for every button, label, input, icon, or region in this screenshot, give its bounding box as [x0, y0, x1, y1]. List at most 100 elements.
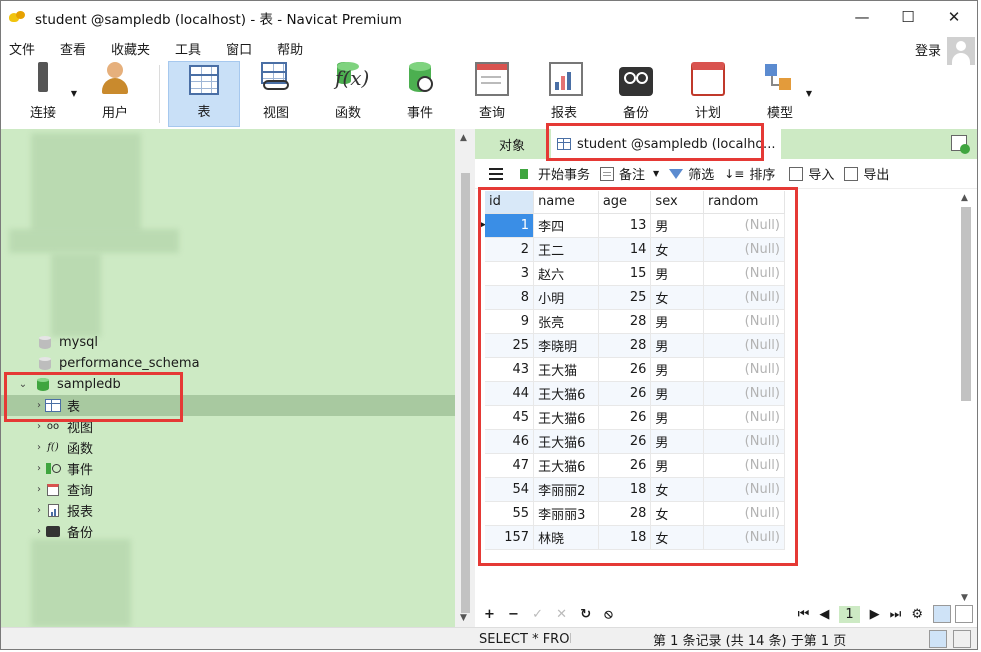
table-row[interactable]: 55 李丽丽3 28 女 (Null)	[485, 501, 785, 526]
cell-sex[interactable]: 女	[650, 477, 705, 502]
tree-db-mysql[interactable]: mysql	[1, 332, 455, 353]
apply-changes-button[interactable]: ✓	[532, 607, 543, 622]
cell-age[interactable]: 13	[598, 213, 652, 238]
form-view-icon[interactable]	[955, 605, 973, 623]
column-header-random[interactable]: random	[703, 191, 785, 214]
table-row[interactable]: 1 李四 13 男 (Null)	[485, 213, 785, 238]
menu-tools[interactable]: 工具	[167, 39, 210, 58]
grid-view-icon[interactable]	[933, 605, 951, 623]
menu-window[interactable]: 窗口	[218, 39, 261, 58]
cell-name[interactable]: 王大猫6	[533, 453, 599, 478]
tree-item-events[interactable]: › 事件	[1, 458, 455, 479]
report-button[interactable]: 报表	[528, 61, 600, 127]
cell-name[interactable]: 王大猫	[533, 357, 599, 382]
info-pane-icon[interactable]	[953, 630, 971, 648]
backup-button[interactable]: 备份	[600, 61, 672, 127]
cell-id[interactable]: 43	[485, 357, 535, 382]
tree-db-performance-schema[interactable]: performance_schema	[1, 353, 455, 374]
cell-id[interactable]: 8	[485, 285, 535, 310]
table-row[interactable]: 47 王大猫6 26 男 (Null)	[485, 453, 785, 478]
cell-age[interactable]: 26	[598, 381, 652, 406]
new-object-icon[interactable]	[951, 135, 970, 154]
cell-sex[interactable]: 男	[650, 429, 705, 454]
delete-record-button[interactable]: −	[508, 607, 519, 622]
table-button[interactable]: 表	[168, 61, 240, 127]
chevron-right-icon[interactable]: ›	[33, 505, 45, 516]
cell-sex[interactable]: 男	[650, 357, 705, 382]
cell-age[interactable]: 26	[598, 453, 652, 478]
cell-sex[interactable]: 女	[650, 285, 705, 310]
table-row[interactable]: 54 李丽丽2 18 女 (Null)	[485, 477, 785, 502]
nav-scroll-thumb[interactable]	[461, 173, 470, 613]
scroll-up-icon[interactable]: ▲	[460, 133, 467, 143]
cell-name[interactable]: 王二	[533, 237, 599, 262]
nav-scrollbar[interactable]: ▲ ▼	[455, 129, 475, 627]
minimize-button[interactable]: —	[839, 1, 885, 33]
cell-random[interactable]: (Null)	[703, 405, 785, 430]
cell-sex[interactable]: 男	[650, 309, 705, 334]
login-link[interactable]: 登录	[915, 40, 941, 59]
query-button[interactable]: 查询	[456, 61, 528, 127]
tab-objects[interactable]: 对象	[499, 129, 525, 159]
close-button[interactable]: ✕	[931, 1, 977, 33]
tab-student[interactable]: student @sampledb (localho...	[551, 129, 782, 159]
schedule-button[interactable]: 计划	[672, 61, 744, 127]
connection-button[interactable]: 连接 ▼	[7, 61, 79, 127]
event-button[interactable]: 事件	[384, 61, 456, 127]
cell-random[interactable]: (Null)	[703, 357, 785, 382]
table-row[interactable]: 8 小明 25 女 (Null)	[485, 285, 785, 310]
table-row[interactable]: 3 赵六 15 男 (Null)	[485, 261, 785, 286]
cell-random[interactable]: (Null)	[703, 501, 785, 526]
cell-id[interactable]: 45	[485, 405, 535, 430]
column-header-name[interactable]: name	[533, 191, 599, 214]
scroll-up-icon[interactable]: ▲	[961, 193, 968, 203]
table-row[interactable]: 9 张亮 28 男 (Null)	[485, 309, 785, 334]
begin-transaction-button[interactable]: 开始事务	[519, 164, 590, 183]
first-page-button[interactable]: ⏮	[798, 607, 810, 622]
cell-sex[interactable]: 男	[650, 381, 705, 406]
prev-page-button[interactable]: ◀	[819, 607, 829, 622]
cell-random[interactable]: (Null)	[703, 285, 785, 310]
stop-button[interactable]: ⦸	[604, 607, 612, 622]
model-button[interactable]: 模型 ▼	[744, 61, 816, 127]
menu-view[interactable]: 查看	[52, 39, 95, 58]
cell-sex[interactable]: 男	[650, 453, 705, 478]
cell-name[interactable]: 赵六	[533, 261, 599, 286]
discard-changes-button[interactable]: ✕	[556, 607, 567, 622]
tree-item-views[interactable]: › oo 视图	[1, 416, 455, 437]
cell-random[interactable]: (Null)	[703, 453, 785, 478]
cell-id[interactable]: 55	[485, 501, 535, 526]
memo-button[interactable]: 备注 ▼	[600, 164, 659, 183]
cell-random[interactable]: (Null)	[703, 333, 785, 358]
chevron-right-icon[interactable]: ›	[33, 484, 45, 495]
tree-item-queries[interactable]: › 查询	[1, 479, 455, 500]
model-dropdown-icon[interactable]: ▼	[806, 89, 812, 98]
table-row[interactable]: 157 林晓 18 女 (Null)	[485, 525, 785, 550]
grid-scroll-thumb[interactable]	[961, 207, 971, 401]
cell-id[interactable]: 54	[485, 477, 535, 502]
chevron-right-icon[interactable]: ›	[33, 463, 45, 474]
view-button[interactable]: 视图	[240, 61, 312, 127]
add-record-button[interactable]: +	[484, 607, 495, 622]
cell-age[interactable]: 18	[598, 525, 652, 550]
column-header-id[interactable]: id	[485, 191, 535, 214]
cell-age[interactable]: 28	[598, 501, 652, 526]
cell-sex[interactable]: 男	[650, 333, 705, 358]
chevron-right-icon[interactable]: ›	[33, 526, 45, 537]
cell-name[interactable]: 张亮	[533, 309, 599, 334]
export-button[interactable]: 导出	[844, 164, 889, 183]
cell-id[interactable]: 3	[485, 261, 535, 286]
cell-name[interactable]: 小明	[533, 285, 599, 310]
cell-random[interactable]: (Null)	[703, 477, 785, 502]
tree-item-backups[interactable]: › 备份	[1, 521, 455, 542]
cell-id[interactable]: 2	[485, 237, 535, 262]
cell-name[interactable]: 李丽丽2	[533, 477, 599, 502]
column-header-age[interactable]: age	[598, 191, 652, 214]
last-page-button[interactable]: ⏭	[890, 607, 902, 622]
cell-age[interactable]: 26	[598, 357, 652, 382]
connection-dropdown-icon[interactable]: ▼	[71, 89, 77, 98]
cell-id[interactable]: 46	[485, 429, 535, 454]
cell-name[interactable]: 李晓明	[533, 333, 599, 358]
cell-age[interactable]: 18	[598, 477, 652, 502]
cell-age[interactable]: 28	[598, 309, 652, 334]
